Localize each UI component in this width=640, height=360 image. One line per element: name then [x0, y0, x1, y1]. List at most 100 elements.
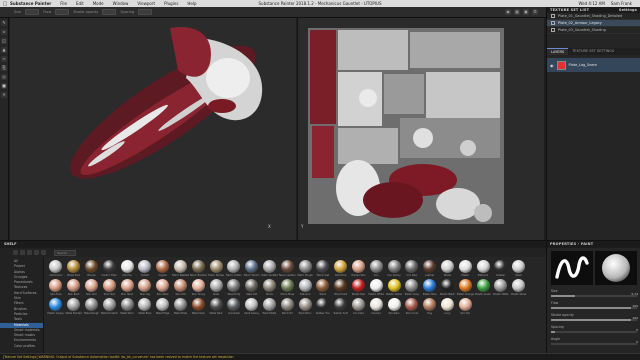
property-slider[interactable]: 100	[551, 316, 638, 321]
display-settings-icon[interactable]: ☀	[1, 92, 7, 98]
polygon-fill-icon[interactable]: ▲	[1, 47, 7, 53]
material-thumbnail[interactable]: Copper	[154, 260, 172, 279]
layer-name[interactable]: Plate_Log_Seam	[569, 63, 597, 67]
material-thumbnail[interactable]: Metal Plate	[172, 298, 190, 317]
menu-app-name[interactable]: Substance Painter	[10, 1, 51, 6]
material-thumbnail[interactable]: Silver	[510, 260, 528, 279]
material-thumbnail[interactable]: Plastic Gray	[403, 279, 421, 298]
filter-icon[interactable]	[13, 250, 18, 255]
material-thumbnail[interactable]: Iron	[367, 260, 385, 279]
material-thumbnail[interactable]: Chrome	[118, 260, 136, 279]
material-thumbnail[interactable]: Skin Face	[47, 279, 65, 298]
material-thumbnail[interactable]: Steel Old	[243, 279, 261, 298]
checkbox-icon[interactable]	[551, 28, 555, 32]
material-thumbnail[interactable]: Skin Crust	[403, 298, 421, 317]
material-thumbnail[interactable]: Fabric Suit	[314, 260, 332, 279]
camera-icon[interactable]: ◉	[505, 9, 511, 15]
material-preview[interactable]	[595, 251, 637, 285]
material-thumbnail[interactable]: Metal Rough	[83, 298, 101, 317]
material-thumbnail[interactable]: Fabric Burlap	[207, 260, 225, 279]
material-thumbnail[interactable]: Plastic Blue	[421, 279, 439, 298]
material-thumbnail[interactable]: Carbon Fiber	[100, 260, 118, 279]
material-thumbnail[interactable]: Gunmetal	[225, 298, 243, 317]
material-thumbnail[interactable]: Wood Dark	[332, 279, 350, 298]
paint-brush-icon[interactable]: ✎	[1, 20, 7, 26]
material-thumbnail[interactable]: Porcelain	[385, 298, 403, 317]
material-thumbnail[interactable]: Fabric Baseball	[172, 260, 190, 279]
material-thumbnail[interactable]: Fabric Denim	[243, 260, 261, 279]
material-thumbnail[interactable]: Iron Raw	[403, 260, 421, 279]
property-value[interactable]: 0	[636, 340, 638, 344]
viewport-3d[interactable]: X	[10, 18, 296, 240]
material-thumbnail[interactable]: Cobalt	[136, 260, 154, 279]
material-thumbnail[interactable]: Skin Hand	[118, 279, 136, 298]
stroke-opacity-field[interactable]	[102, 9, 117, 15]
material-thumbnail[interactable]: Paint Matte	[261, 298, 279, 317]
material-thumbnail[interactable]: Nickel	[439, 260, 457, 279]
list-view-icon[interactable]	[41, 250, 46, 255]
material-thumbnail[interactable]: Plastic	[456, 260, 474, 279]
material-thumbnail[interactable]: Paint Glossy	[243, 298, 261, 317]
flow-field[interactable]	[55, 9, 70, 15]
texture-set-settings-link[interactable]: Settings	[619, 7, 637, 13]
menu-file[interactable]: File	[60, 1, 67, 6]
display-icon[interactable]: ▣	[523, 9, 529, 15]
settings-icon[interactable]: ⚙	[532, 9, 538, 15]
brush-preview[interactable]	[551, 251, 593, 285]
menu-window[interactable]: Window	[113, 1, 129, 6]
texture-set-row[interactable]: Plate_03_Gauntlet_Shading	[547, 27, 640, 34]
material-thumbnail[interactable]: Bronze	[83, 260, 101, 279]
material-thumbnail[interactable]: Aluminium	[47, 260, 65, 279]
material-thumbnail[interactable]: Fabric Cotton	[225, 260, 243, 279]
material-thumbnail[interactable]: Fabric Bamboo	[189, 260, 207, 279]
eraser-icon[interactable]: ▫	[1, 29, 7, 35]
property-slider[interactable]: 5.74	[551, 292, 638, 297]
user-name[interactable]: Sam Frank	[611, 1, 632, 6]
viewport-2d[interactable]: Y	[297, 18, 544, 240]
material-thumbnail[interactable]: Skin Old	[172, 279, 190, 298]
material-thumbnail[interactable]: Ivory	[439, 298, 457, 317]
tab-texture-set-settings[interactable]: TEXTURE SET SETTINGS	[568, 48, 618, 55]
property-slider[interactable]: 100	[551, 304, 638, 309]
layer-item[interactable]: ◉ Plate_Log_Seam	[547, 58, 640, 72]
material-thumbnail[interactable]: Rubber Soft	[332, 298, 350, 317]
material-thumbnail[interactable]: Stone Moss	[278, 279, 296, 298]
import-icon[interactable]	[27, 250, 32, 255]
property-value[interactable]: 5	[636, 328, 638, 332]
material-thumbnail[interactable]: Plastic Black	[439, 279, 457, 298]
material-thumbnail[interactable]: Plastic Orange	[456, 279, 474, 298]
material-thumbnail[interactable]: Plastic Matte	[492, 279, 510, 298]
smudge-icon[interactable]: ≈	[1, 56, 7, 62]
material-thumbnail[interactable]: Fabric Rough	[296, 260, 314, 279]
material-thumbnail[interactable]: Clay	[421, 298, 439, 317]
property-slider[interactable]: 5	[551, 328, 638, 333]
material-thumbnail[interactable]: Skin Leg	[136, 279, 154, 298]
bake-icon[interactable]: ■	[1, 83, 7, 89]
grid-icon[interactable]: ▦	[514, 9, 520, 15]
material-thumbnail[interactable]: Metal Painted	[65, 298, 83, 317]
material-thumbnail[interactable]: Fabric Knitted	[261, 260, 279, 279]
material-thumbnail[interactable]: Iron Grainy	[385, 260, 403, 279]
material-thumbnail[interactable]: Titanium	[296, 279, 314, 298]
size-field[interactable]	[25, 9, 40, 15]
material-thumbnail[interactable]: Skin Feet	[100, 279, 118, 298]
material-thumbnail[interactable]: Skin Back	[65, 279, 83, 298]
material-thumbnail[interactable]: Concrete	[350, 298, 368, 317]
material-thumbnail[interactable]: Wood	[314, 279, 332, 298]
material-thumbnail[interactable]: Skin Neck	[154, 279, 172, 298]
projection-icon[interactable]: ◫	[1, 38, 7, 44]
texture-set-row-selected[interactable]: Plate_02_Armour_Legacy	[547, 20, 640, 27]
menu-help[interactable]: Help	[187, 1, 196, 6]
material-thumbnail[interactable]: Metal Bare	[136, 298, 154, 317]
material-thumbnail[interactable]: Platinum	[474, 260, 492, 279]
picker-icon[interactable]: ◎	[1, 74, 7, 80]
material-thumbnail[interactable]: Plastic Green	[474, 279, 492, 298]
material-thumbnail[interactable]: Plastic Red	[350, 279, 368, 298]
menu-plugins[interactable]: Plugins	[164, 1, 178, 6]
material-thumbnail[interactable]: Stone	[261, 279, 279, 298]
material-thumbnail[interactable]: Fabric Leather	[278, 260, 296, 279]
material-thumbnail[interactable]: Metal Worn	[118, 298, 136, 317]
material-thumbnail[interactable]: Plastic Gloss	[510, 279, 528, 298]
material-thumbnail[interactable]: Metal Scratched	[100, 298, 118, 317]
material-thumbnail[interactable]: Skin Young	[189, 279, 207, 298]
